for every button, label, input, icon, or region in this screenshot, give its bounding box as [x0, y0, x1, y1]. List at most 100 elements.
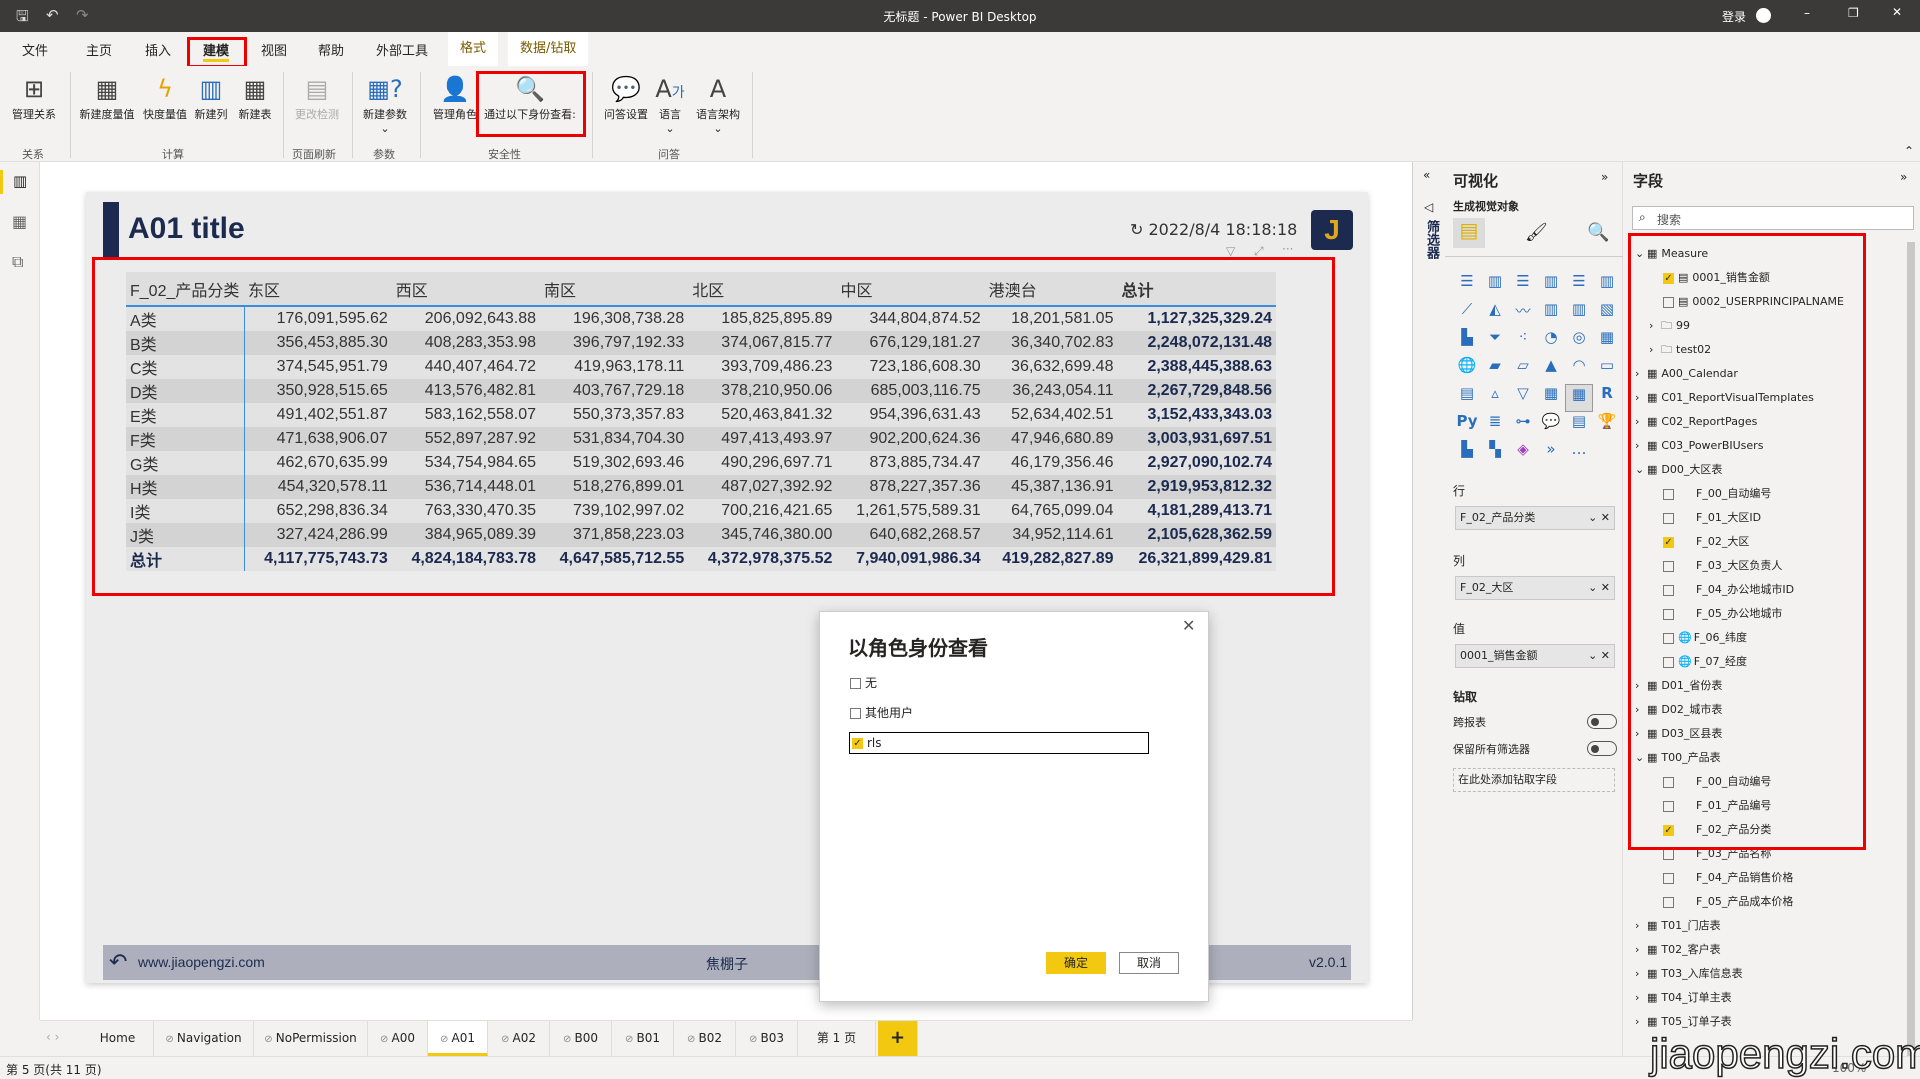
matrix-visual[interactable]: F_02_产品分类 东区 西区 南区 北区 中区 港澳台 总计 A类 176,091,595.6… [126, 272, 1276, 571]
field-item[interactable]: F_03_大区负责人 [1663, 556, 1782, 576]
collapse-icon[interactable]: » [1601, 170, 1608, 184]
chevron-right-icon[interactable]: › [1635, 964, 1647, 984]
table-row[interactable]: C类 374,545,951.79 440,407,464.72 419,963,17… [126, 355, 1276, 379]
checkbox-checked[interactable]: ✓ [1663, 272, 1674, 284]
scatter-icon[interactable]: ⁖ [1509, 328, 1537, 356]
python-visual-icon[interactable]: Py [1453, 412, 1481, 440]
field-item[interactable]: ⌄ ▦ D00_大区表 [1635, 460, 1722, 480]
checkbox[interactable] [1663, 776, 1674, 788]
more-options-icon[interactable]: ··· [1282, 242, 1293, 256]
checkbox-checked[interactable]: ✓ [1663, 536, 1674, 548]
page-tab[interactable]: ⊘ B02 [674, 1021, 736, 1057]
ribbon-chart-icon[interactable]: ▧ [1593, 300, 1621, 328]
map-icon[interactable]: 🌐 [1453, 356, 1481, 384]
chevron-right-icon[interactable]: › [1635, 436, 1647, 456]
field-item[interactable]: F_05_办公地城市 [1663, 604, 1782, 624]
checkbox[interactable] [1663, 560, 1674, 572]
table-row[interactable]: B类 356,453,885.30 408,283,353.98 396,797,19… [126, 331, 1276, 355]
checkbox[interactable] [1663, 584, 1674, 596]
linguistic-schema-button[interactable]: A 语言架构 ⌄ [688, 72, 748, 135]
manage-relationships-button[interactable]: ⊞ 管理关系 [3, 72, 65, 122]
avatar[interactable] [1756, 8, 1771, 23]
expand-icon[interactable]: « [1423, 168, 1430, 182]
page-tab[interactable]: 第 1 页 [798, 1021, 876, 1057]
checkbox[interactable] [1663, 296, 1674, 308]
filter-icon[interactable]: ▽ [1226, 244, 1235, 258]
new-table-button[interactable]: ▦ 新建表 [226, 72, 284, 122]
matrix-icon-selected[interactable]: ▦ [1565, 384, 1593, 412]
field-item[interactable]: › ▦ D03_区县表 [1635, 724, 1722, 744]
menu-modeling[interactable]: 建模 [203, 40, 230, 62]
view-as-button[interactable]: 🔍 通过以下身份查看: [480, 72, 580, 122]
restore-button[interactable]: ❐ [1848, 6, 1859, 20]
line-clustered-icon[interactable]: ▥ [1565, 300, 1593, 328]
menu-insert[interactable]: 插入 [145, 40, 171, 59]
field-item[interactable]: F_01_大区ID [1663, 508, 1761, 528]
back-arrow-icon[interactable]: ↶ [109, 949, 127, 975]
chevron-right-icon[interactable]: › [1649, 340, 1661, 360]
checkbox[interactable] [1663, 608, 1674, 620]
table-icon[interactable]: ▦ [1537, 384, 1565, 412]
chevron-right-icon[interactable]: › [1635, 412, 1647, 432]
field-item[interactable]: F_03_产品名称 [1663, 844, 1771, 864]
add-page-button[interactable]: + [878, 1021, 918, 1057]
table-row[interactable]: J类 327,424,286.99 384,965,089.39 371,858,22… [126, 523, 1276, 547]
field-item[interactable]: F_05_产品成本价格 [1663, 892, 1793, 912]
new-parameter-button[interactable]: ▦? 新建参数 ⌄ [354, 72, 416, 135]
clustered-column-icon[interactable]: ▥ [1537, 272, 1565, 300]
kpi-icon[interactable]: ▵ [1481, 384, 1509, 412]
field-item[interactable]: › ▦ D01_省份表 [1635, 676, 1722, 696]
clustered-bar-icon[interactable]: ☰ [1509, 272, 1537, 300]
page-tab[interactable]: ⊘ Navigation [154, 1021, 254, 1057]
minimize-button[interactable]: – [1804, 6, 1810, 20]
slicer-icon[interactable]: ▽ [1509, 384, 1537, 412]
chevron-right-icon[interactable]: › [1635, 700, 1647, 720]
checkbox[interactable] [1663, 800, 1674, 812]
field-item[interactable]: F_00_自动编号 [1663, 484, 1771, 504]
field-item[interactable]: › ▦ C03_PowerBIUsers [1635, 436, 1763, 456]
field-item[interactable]: › 🗀 test02 [1649, 340, 1711, 360]
logo[interactable]: J [1311, 210, 1353, 250]
gauge-icon[interactable]: ◠ [1565, 356, 1593, 384]
waterfall-icon[interactable]: ▙ [1453, 328, 1481, 356]
option-other-user[interactable]: 其他用户 [850, 704, 913, 721]
table-row[interactable]: H类 454,320,578.11 536,714,448.01 518,276,89… [126, 475, 1276, 499]
option-rls[interactable]: ✓ rls [849, 732, 1149, 754]
field-item[interactable]: ⌄ ▦ Measure [1635, 244, 1708, 264]
close-icon[interactable]: ✕ [1182, 616, 1195, 635]
key-influencers-icon[interactable]: ≣ [1481, 412, 1509, 440]
field-item[interactable]: › ▦ A00_Calendar [1635, 364, 1738, 384]
close-button[interactable]: ✕ [1892, 5, 1902, 19]
checkbox-checked[interactable]: ✓ [852, 738, 863, 749]
remove-field-icon[interactable]: ⌄ ✕ [1588, 507, 1610, 529]
shape-map-icon[interactable]: ▱ [1509, 356, 1537, 384]
column-header[interactable]: 总计 [1117, 272, 1276, 307]
field-item[interactable]: ✓ F_02_大区 [1663, 532, 1749, 552]
footer-url[interactable]: www.jiaopengzi.com [138, 954, 265, 970]
r-visual-icon[interactable]: R [1593, 384, 1621, 412]
field-item[interactable]: › ▦ D02_城市表 [1635, 700, 1722, 720]
search-input[interactable]: ⌕ 搜索 [1632, 206, 1914, 230]
goals-icon[interactable]: 🏆 [1593, 412, 1621, 440]
stacked-column-icon[interactable]: ▥ [1481, 272, 1509, 300]
page-tab[interactable]: Home [82, 1021, 154, 1057]
field-item[interactable]: ⌄ ▦ T00_产品表 [1635, 748, 1721, 768]
remove-field-icon[interactable]: ⌄ ✕ [1588, 645, 1610, 667]
area-chart-icon[interactable]: ◭ [1481, 300, 1509, 328]
menu-view[interactable]: 视图 [261, 40, 287, 59]
field-item[interactable]: F_04_产品销售价格 [1663, 868, 1793, 888]
field-item[interactable]: › 🗀 99 [1649, 316, 1690, 336]
chevron-right-icon[interactable]: › [1649, 316, 1661, 336]
page-tab[interactable]: ⊘ A00 [368, 1021, 428, 1057]
chevron-right-icon[interactable]: › [1635, 724, 1647, 744]
column-header[interactable]: 中区 [836, 272, 985, 307]
paginated-report-icon[interactable]: ▙ [1453, 440, 1481, 468]
menu-data-drill[interactable]: 数据/钻取 [508, 32, 589, 66]
analytics-icon[interactable]: 🔍 [1587, 222, 1609, 243]
table-row[interactable]: D类 350,928,515.65 413,576,482.81 403,767,72… [126, 379, 1276, 403]
decomposition-tree-icon[interactable]: ⊶ [1509, 412, 1537, 440]
field-item[interactable]: ✓ F_02_产品分类 [1663, 820, 1771, 840]
field-item[interactable]: 🌐 F_06_纬度 [1663, 628, 1747, 648]
checkbox[interactable] [1663, 848, 1674, 860]
menu-help[interactable]: 帮助 [318, 40, 344, 59]
